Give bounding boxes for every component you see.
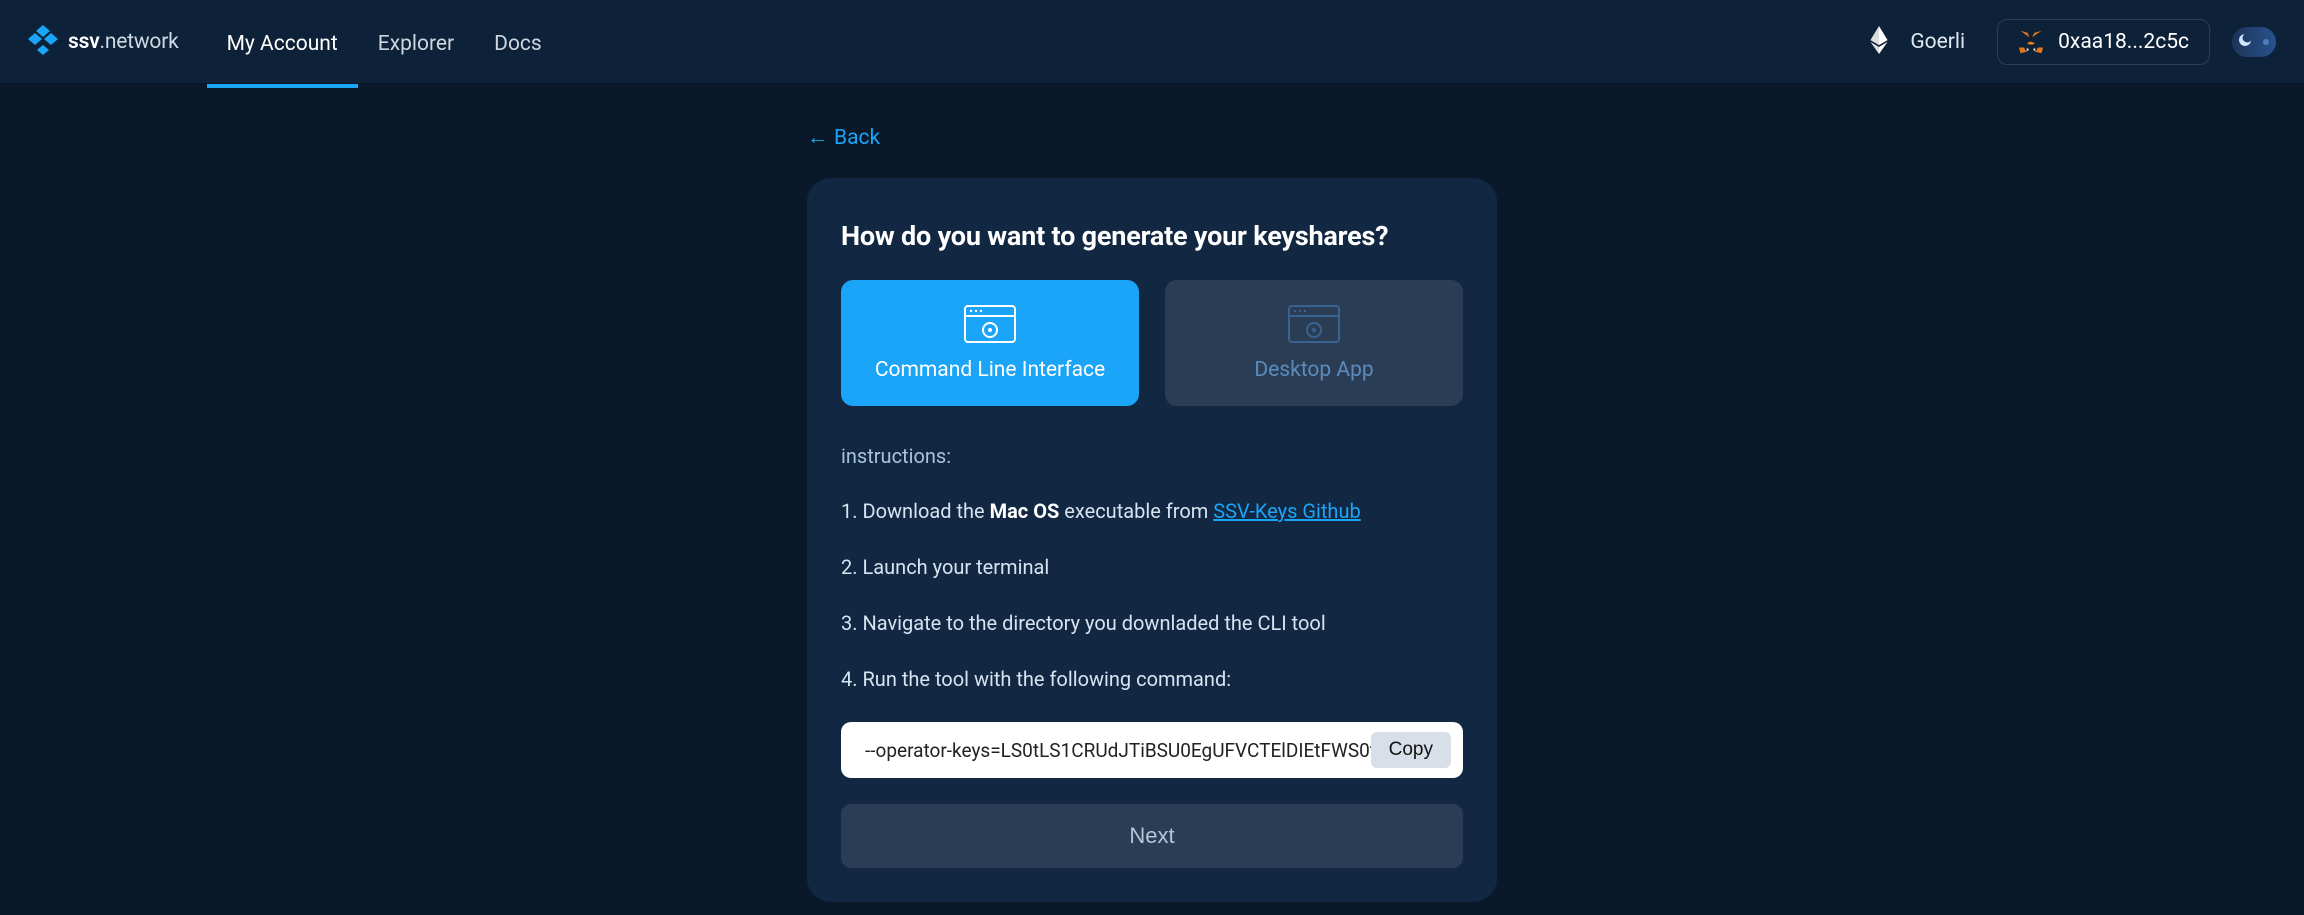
step-3: 3. Navigate to the directory you downlad… (841, 610, 1463, 636)
logo-text: ssv.network (68, 30, 179, 54)
step-1-mid: executable from (1059, 499, 1213, 523)
copy-button[interactable]: Copy (1371, 732, 1451, 768)
app-header: ssv.network My Account Explorer Docs Goe… (0, 0, 2304, 84)
step-4: 4. Run the tool with the following comma… (841, 666, 1463, 692)
metamask-icon (2018, 30, 2044, 54)
main-nav: My Account Explorer Docs (207, 0, 562, 84)
option-desktop-label: Desktop App (1254, 358, 1373, 382)
wallet-address: 0xaa18...2c5c (2058, 30, 2189, 54)
logo-icon (28, 25, 58, 59)
wallet-button[interactable]: 0xaa18...2c5c (1997, 19, 2210, 65)
step-1: 1. Download the Mac OS executable from S… (841, 498, 1463, 524)
option-cli[interactable]: Command Line Interface (841, 280, 1139, 406)
option-cli-label: Command Line Interface (875, 358, 1105, 382)
desktop-window-icon (1287, 304, 1341, 344)
back-label: Back (834, 126, 880, 150)
network-name: Goerli (1910, 30, 1965, 54)
step-1-bold: Mac OS (990, 499, 1060, 523)
logo[interactable]: ssv.network (28, 25, 179, 59)
main-content: ← Back How do you want to generate your … (0, 84, 2304, 902)
command-input[interactable] (865, 739, 1371, 762)
card-title: How do you want to generate your keyshar… (841, 220, 1463, 252)
next-button[interactable]: Next (841, 804, 1463, 868)
nav-my-account[interactable]: My Account (207, 4, 358, 88)
theme-toggle[interactable] (2232, 27, 2276, 57)
sun-dot-icon (2263, 39, 2269, 45)
nav-docs[interactable]: Docs (474, 4, 562, 88)
ssv-keys-github-link[interactable]: SSV-Keys Github (1213, 499, 1360, 523)
back-row: ← Back (807, 126, 1497, 150)
option-group: Command Line Interface Desktop App (841, 280, 1463, 406)
moon-icon (2237, 32, 2253, 52)
step-1-prefix: 1. Download the (841, 499, 990, 523)
nav-explorer[interactable]: Explorer (358, 4, 474, 88)
header-right: Goerli 0xaa18...2c5c (1870, 19, 2276, 65)
option-desktop[interactable]: Desktop App (1165, 280, 1463, 406)
step-2: 2. Launch your terminal (841, 554, 1463, 580)
keyshares-card: How do you want to generate your keyshar… (807, 178, 1497, 902)
terminal-window-icon (963, 304, 1017, 344)
back-link[interactable]: ← Back (807, 126, 880, 150)
arrow-left-icon: ← (807, 126, 828, 150)
instructions-label: instructions: (841, 444, 1463, 468)
ethereum-icon (1870, 26, 1888, 58)
command-row: Copy (841, 722, 1463, 778)
